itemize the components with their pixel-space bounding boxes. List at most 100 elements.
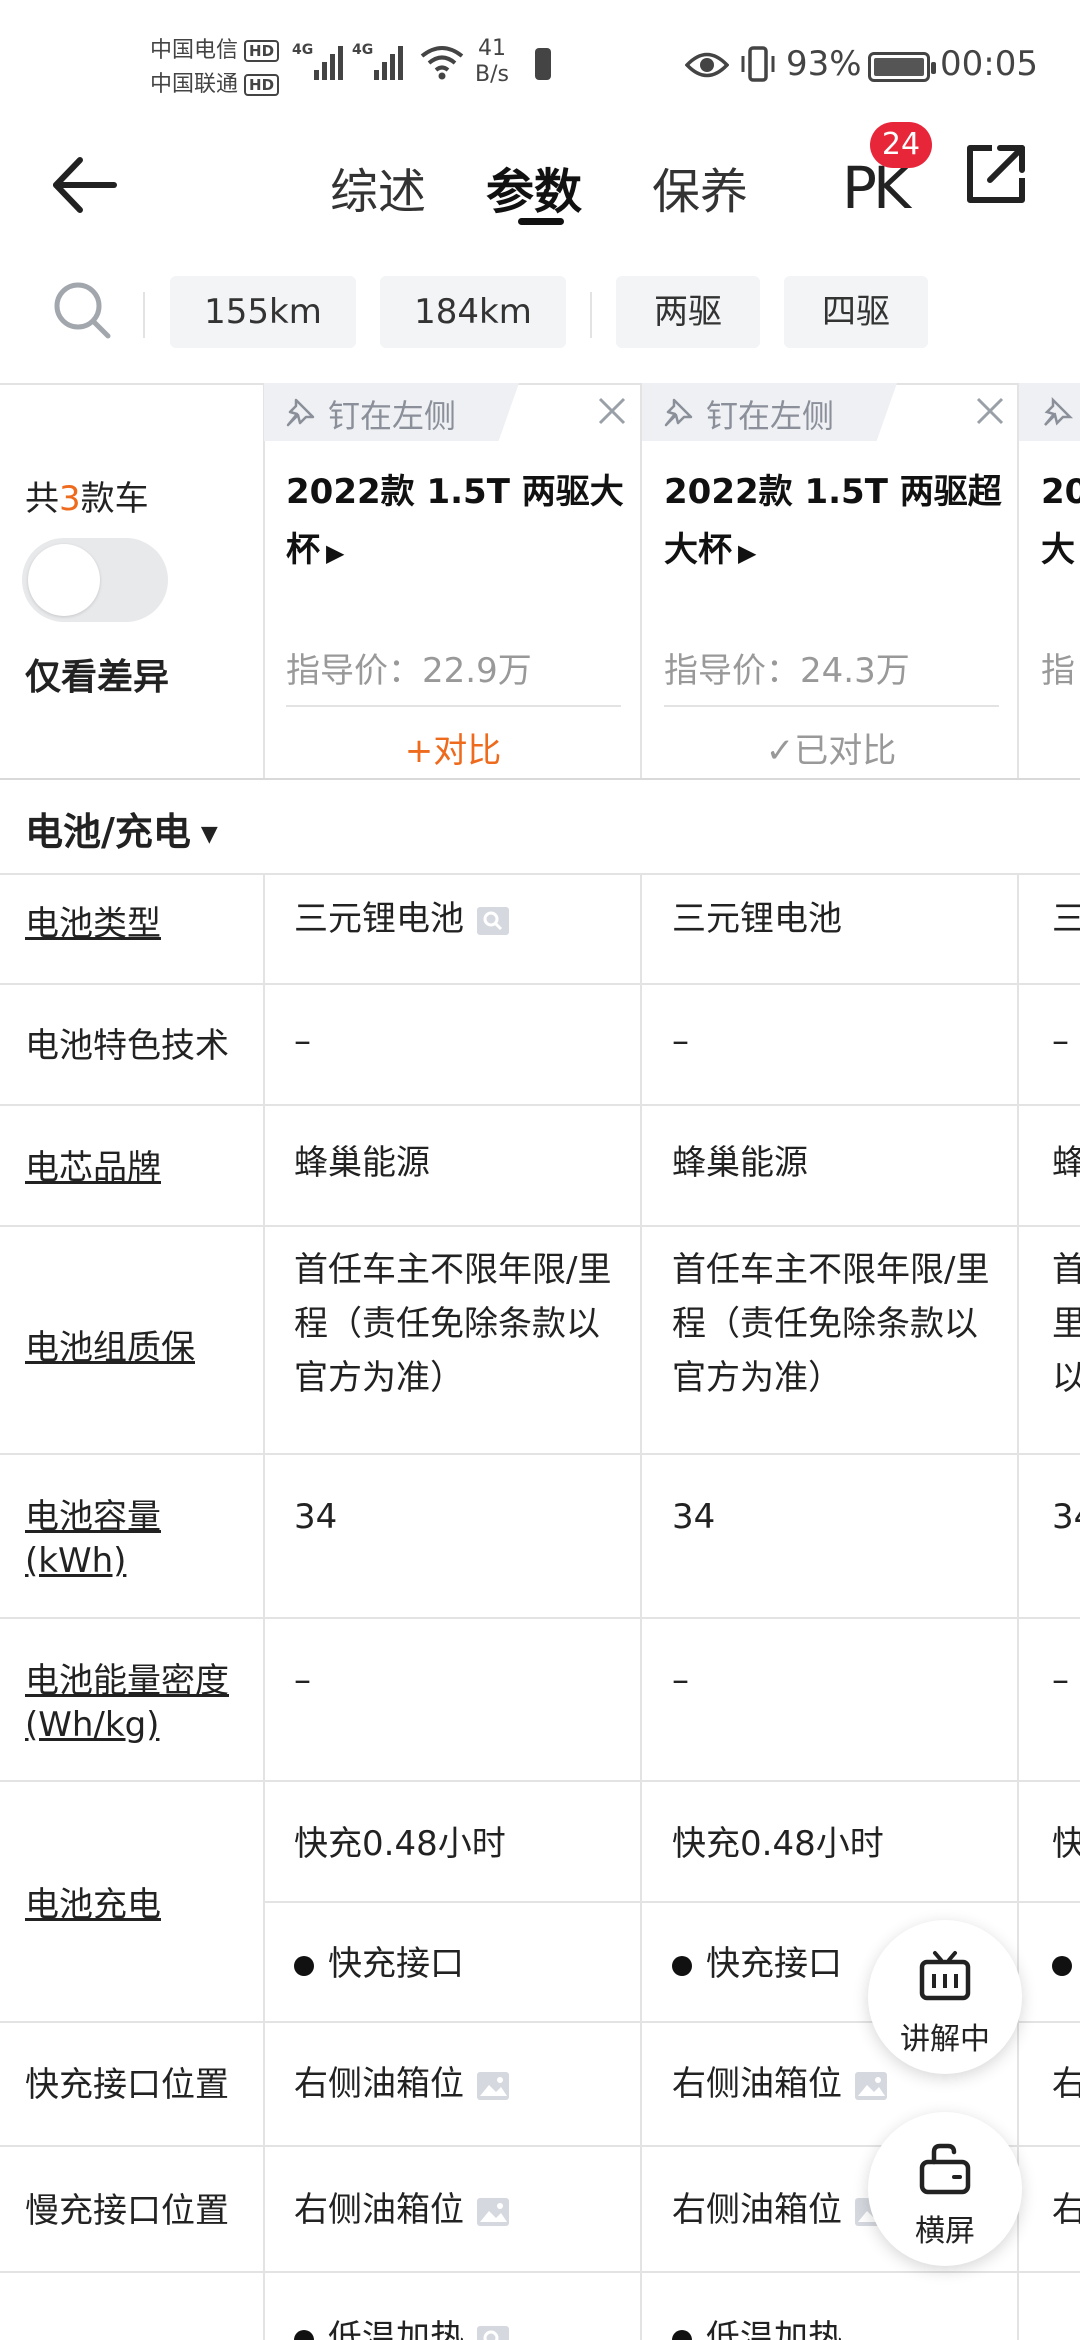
- carrier-2: 中国联通: [150, 72, 239, 97]
- cell-value: –: [1052, 1021, 1069, 1061]
- bullet-icon: [294, 2329, 314, 2340]
- cell-value: 右侧油箱位: [294, 2057, 510, 2111]
- car-column-partial: 20 大 指: [1019, 383, 1080, 778]
- pin-left-button[interactable]: [1019, 383, 1080, 441]
- car-price: 指导价：22.9万: [286, 651, 532, 691]
- pin-icon: [1044, 397, 1073, 426]
- landscape-button[interactable]: 横屏: [868, 2112, 1022, 2266]
- filter-chip-4wd[interactable]: 四驱: [784, 276, 928, 348]
- row-label-battery-type[interactable]: 电池类型: [25, 902, 161, 946]
- cell-value: 右侧油箱位: [294, 2183, 510, 2237]
- cell-value: –: [294, 1021, 311, 1061]
- car-count-label: 共3款车: [25, 479, 149, 519]
- battery-saver-icon: [535, 48, 551, 80]
- car-title[interactable]: 2022款 1.5T 两驱超大杯 ▶: [664, 463, 1009, 582]
- cell-value: 34: [672, 1497, 716, 1537]
- battery-icon: [868, 52, 936, 82]
- cell-value: 三元锂电池: [672, 899, 842, 939]
- cell-value: 蜂巢能源: [294, 1143, 430, 1183]
- image-icon: [855, 2071, 887, 2100]
- car-column: 钉在左侧 2022款 1.5T 两驱超大杯 ▶ 指导价：24.3万 ✓已对比: [642, 383, 1020, 778]
- caret-down-icon: ▼: [200, 822, 218, 847]
- row-label-battery-capacity[interactable]: 电池容量(kWh): [25, 1495, 255, 1583]
- image-icon: [477, 2197, 509, 2226]
- compared-button[interactable]: ✓已对比: [642, 723, 1020, 772]
- tv-icon: [919, 1951, 971, 2001]
- cell-value: 蜂巢能源: [672, 1143, 808, 1183]
- carrier-1: 中国电信: [150, 38, 239, 63]
- row-label-charging[interactable]: 电池充电: [25, 1883, 161, 1927]
- row-label-cell-brand[interactable]: 电芯品牌: [25, 1146, 161, 1190]
- cell-value: 蜂: [1052, 1143, 1080, 1183]
- only-diff-label: 仅看差异: [25, 657, 170, 698]
- hd-badge: HD: [244, 40, 280, 62]
- search-icon[interactable]: [50, 278, 114, 342]
- back-arrow-icon[interactable]: [50, 150, 120, 220]
- add-compare-button[interactable]: +对比: [264, 723, 642, 772]
- section-header[interactable]: 电池/充电 ▼: [25, 801, 218, 856]
- row-label-energy-density[interactable]: 电池能量密度(Wh/kg): [25, 1659, 255, 1747]
- cell-value: 三元锂电池: [294, 892, 510, 946]
- close-icon[interactable]: [972, 393, 1008, 429]
- cell-value: –: [1052, 1660, 1069, 1700]
- search-image-icon: [477, 2325, 509, 2340]
- row-label-slow-port: 慢充接口位置: [25, 2191, 229, 2231]
- active-tab-indicator: [518, 218, 564, 225]
- bullet-icon: [672, 2329, 692, 2340]
- pk-count-badge: 24: [870, 122, 932, 168]
- row-label-fast-port: 快充接口位置: [25, 2065, 229, 2105]
- explain-button[interactable]: 讲解中: [868, 1920, 1022, 2074]
- search-image-icon: [477, 906, 509, 935]
- status-bar: 中国电信 HD 中国联通 HD 4G 4G 41 B/s 93% 00:05: [0, 0, 1080, 130]
- car-column: 钉在左侧 2022款 1.5T 两驱大杯 ▶ 指导价：22.9万 +对比: [264, 383, 642, 778]
- filter-bar: 155km 184km 两驱 四驱: [0, 270, 1080, 360]
- bullet-icon: [294, 1955, 314, 1976]
- filter-chip-2wd[interactable]: 两驱: [616, 276, 760, 348]
- filter-chip-184km[interactable]: 184km: [380, 276, 566, 348]
- cell-value: 低温加热: [672, 2311, 842, 2340]
- top-nav: 综述 参数 保养 PK 24: [0, 122, 1080, 250]
- rotate-screen-icon: [919, 2143, 971, 2195]
- car-title[interactable]: 20 大: [1041, 463, 1080, 579]
- divider: [590, 292, 592, 338]
- cell-value: 快充0.48小时: [672, 1824, 884, 1864]
- pin-left-button[interactable]: 钉在左侧: [642, 383, 897, 441]
- image-icon: [477, 2071, 509, 2100]
- close-icon[interactable]: [594, 393, 630, 429]
- divider: [143, 292, 145, 338]
- vibrate-icon: [741, 46, 775, 82]
- cell-value: 三: [1052, 899, 1080, 939]
- cell-value: [1052, 1937, 1080, 1991]
- battery-percent: 93%: [786, 44, 862, 84]
- filter-chip-155km[interactable]: 155km: [170, 276, 356, 348]
- pin-left-button[interactable]: 钉在左侧: [264, 383, 519, 441]
- share-icon[interactable]: [964, 142, 1028, 206]
- eye-icon: [685, 52, 729, 78]
- cell-value: 首任车主不限年限/里程（责任免除条款以官方为准）: [294, 1250, 612, 1398]
- cell-value: 快充0.48小时: [294, 1824, 506, 1864]
- car-price: 指导价：24.3万: [664, 651, 910, 691]
- carrier-info: 中国电信 HD 中国联通 HD: [150, 34, 280, 102]
- tab-overview[interactable]: 综述: [330, 152, 426, 222]
- bullet-icon: [672, 1955, 692, 1976]
- cell-value: 快: [1052, 1824, 1080, 1864]
- compare-controls: 共3款车 仅看差异: [0, 383, 264, 778]
- row-label-battery-tech: 电池特色技术: [25, 1026, 229, 1066]
- tab-params[interactable]: 参数: [486, 152, 582, 222]
- cell-value: 34: [1052, 1497, 1080, 1537]
- only-diff-toggle[interactable]: [22, 538, 168, 622]
- play-icon: ▶: [738, 539, 757, 567]
- cell-value: 右: [1052, 2190, 1080, 2230]
- cell-value: 右侧油箱位: [672, 2183, 888, 2237]
- cell-value: 右: [1052, 2064, 1080, 2104]
- play-icon: ▶: [326, 539, 345, 567]
- cell-value: 首任车主不限年限/里程（责任免除条款以官方为准）: [672, 1250, 990, 1398]
- hd-badge: HD: [244, 74, 280, 96]
- network-speed: 41 B/s: [475, 36, 509, 87]
- car-title[interactable]: 2022款 1.5T 两驱大杯 ▶: [286, 463, 631, 582]
- cell-value: 低温加热: [294, 2311, 510, 2340]
- clock: 00:05: [940, 44, 1038, 84]
- row-label-battery-warranty[interactable]: 电池组质保: [25, 1326, 195, 1370]
- tab-maintenance[interactable]: 保养: [652, 152, 748, 222]
- pin-icon: [286, 398, 315, 427]
